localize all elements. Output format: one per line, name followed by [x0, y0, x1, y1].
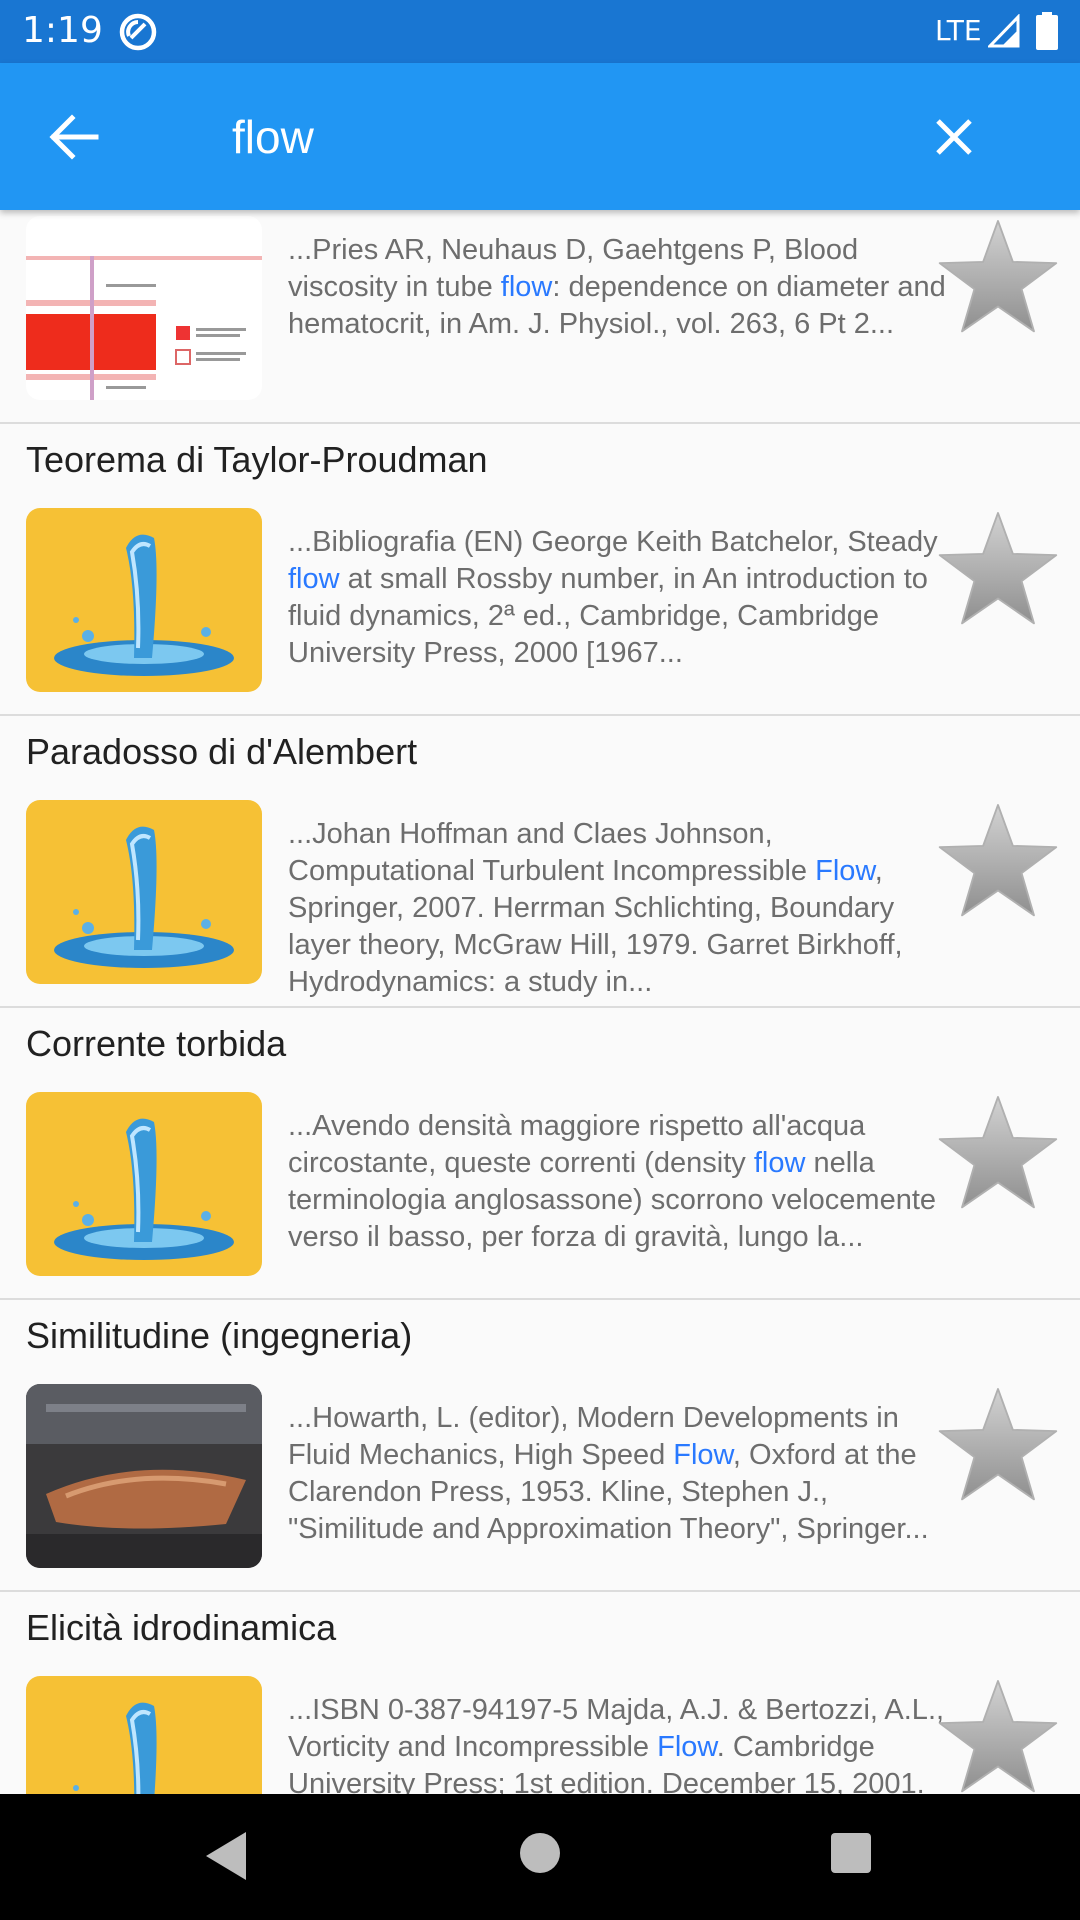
favorite-star-icon[interactable] — [936, 1676, 1060, 1794]
sync-icon — [119, 13, 157, 51]
search-term-highlight: flow — [288, 563, 340, 595]
nav-home-icon[interactable] — [519, 1832, 561, 1874]
favorite-star-icon[interactable] — [936, 508, 1060, 632]
result-thumbnail — [26, 508, 262, 692]
result-thumbnail — [26, 800, 262, 984]
result-item[interactable]: Elicità idrodinamica ...ISBN 0-387-94197… — [0, 1590, 1080, 1794]
result-item[interactable]: Corrente torbida ...Avendo densità maggi… — [0, 1006, 1080, 1300]
battery-icon — [1036, 12, 1058, 50]
close-icon[interactable] — [920, 103, 988, 171]
result-title[interactable]: Teorema di Taylor-Proudman — [26, 438, 488, 482]
result-snippet: ...ISBN 0-387-94197-5 Majda, A.J. & Bert… — [288, 1694, 945, 1794]
result-snippet: ...Pries AR, Neuhaus D, Gaehtgens P, Blo… — [288, 234, 946, 340]
result-title[interactable]: Similitudine (ingegneria) — [26, 1314, 412, 1358]
search-term-highlight: flow — [500, 271, 553, 303]
signal-icon — [988, 14, 1020, 48]
result-snippet: ...Howarth, L. (editor), Modern Developm… — [288, 1402, 929, 1545]
result-snippet: ...Johan Hoffman and Claes Johnson, Comp… — [288, 818, 903, 998]
result-title[interactable]: Corrente torbida — [26, 1022, 286, 1066]
nav-back-icon[interactable] — [200, 1828, 250, 1884]
result-thumbnail — [26, 216, 262, 400]
search-term-highlight: flow — [753, 1147, 806, 1179]
favorite-star-icon[interactable] — [936, 1384, 1060, 1508]
system-nav-bar — [0, 1794, 1080, 1920]
nav-recents-icon[interactable] — [830, 1832, 872, 1874]
result-title[interactable]: Elicità idrodinamica — [26, 1606, 336, 1650]
network-type: LTE — [935, 14, 982, 47]
status-bar: 1:19 LTE — [0, 0, 1080, 63]
result-snippet: ...Bibliografia (EN) George Keith Batche… — [288, 526, 938, 669]
search-term-highlight: Flow — [657, 1731, 717, 1763]
result-thumbnail — [26, 1676, 262, 1794]
search-app-bar: flow — [0, 63, 1080, 210]
result-item[interactable]: Paradosso di d'Alembert ...Johan Hoffman… — [0, 714, 1080, 1008]
favorite-star-icon[interactable] — [936, 1092, 1060, 1216]
result-item[interactable]: ...Pries AR, Neuhaus D, Gaehtgens P, Blo… — [0, 210, 1080, 424]
result-title[interactable]: Paradosso di d'Alembert — [26, 730, 417, 774]
result-snippet: ...Avendo densità maggiore rispetto all'… — [288, 1110, 937, 1253]
result-item[interactable]: Teorema di Taylor-Proudman ...Bibliograf… — [0, 422, 1080, 716]
favorite-star-icon[interactable] — [936, 216, 1060, 340]
status-time: 1:19 — [22, 10, 103, 51]
search-results-list[interactable]: ...Pries AR, Neuhaus D, Gaehtgens P, Blo… — [0, 210, 1080, 1794]
result-item[interactable]: Similitudine (ingegneria) ...Howarth, L.… — [0, 1298, 1080, 1592]
favorite-star-icon[interactable] — [936, 800, 1060, 924]
search-term-highlight: Flow — [673, 1439, 733, 1471]
result-thumbnail — [26, 1092, 262, 1276]
search-input[interactable]: flow — [232, 109, 314, 165]
arrow-back-icon[interactable] — [40, 103, 108, 171]
result-thumbnail — [26, 1384, 262, 1568]
search-term-highlight: Flow — [815, 855, 875, 887]
